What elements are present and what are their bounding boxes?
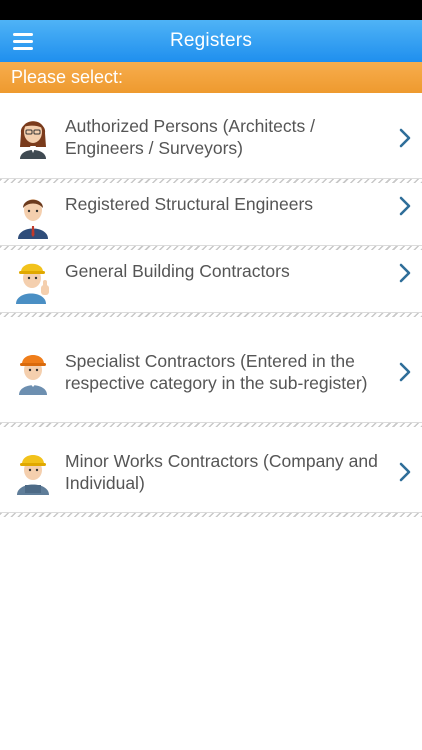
worker-yellow-hardhat-icon: [17, 455, 49, 495]
menu-line: [13, 46, 33, 50]
worker-orange-hardhat-icon: [19, 355, 47, 395]
list-item-general-building-contractors[interactable]: General Building Contractors: [0, 250, 422, 317]
list-item-minor-works-contractors[interactable]: Minor Works Contractors (Company and Ind…: [0, 427, 422, 517]
list-item-label: Specialist Contractors (Entered in the r…: [65, 351, 368, 393]
hamburger-menu-icon[interactable]: [8, 26, 38, 56]
chevron-right-icon: [399, 196, 411, 216]
status-bar: [0, 0, 422, 20]
list-item-specialist-contractors[interactable]: Specialist Contractors (Entered in the r…: [0, 317, 422, 427]
chevron-right-icon: [399, 128, 411, 148]
menu-line: [13, 32, 33, 36]
list-item-structural-engineers[interactable]: Registered Structural Engineers: [0, 183, 422, 250]
divider: [0, 512, 422, 517]
register-list: Authorized Persons (Architects / Enginee…: [0, 93, 422, 517]
list-item-authorized-persons[interactable]: Authorized Persons (Architects / Enginee…: [0, 93, 422, 183]
female-professional-icon: [20, 121, 46, 159]
chevron-right-icon: [399, 263, 411, 283]
list-item-label: Registered Structural Engineers: [65, 194, 314, 214]
chevron-right-icon: [399, 462, 411, 482]
male-engineer-icon: [18, 199, 48, 239]
select-prompt: Please select:: [11, 67, 124, 87]
menu-line: [13, 39, 33, 43]
select-prompt-bar: Please select:: [0, 62, 422, 93]
page-title: Registers: [169, 30, 253, 51]
worker-hardhat-thumbs-up-icon: [16, 263, 49, 304]
list-item-label: Minor Works Contractors (Company and Ind…: [65, 451, 378, 493]
nav-bar: Registers: [0, 20, 422, 62]
list-item-label: Authorized Persons (Architects / Enginee…: [65, 116, 315, 158]
chevron-right-icon: [399, 362, 411, 382]
list-item-label: General Building Contractors: [65, 261, 290, 281]
